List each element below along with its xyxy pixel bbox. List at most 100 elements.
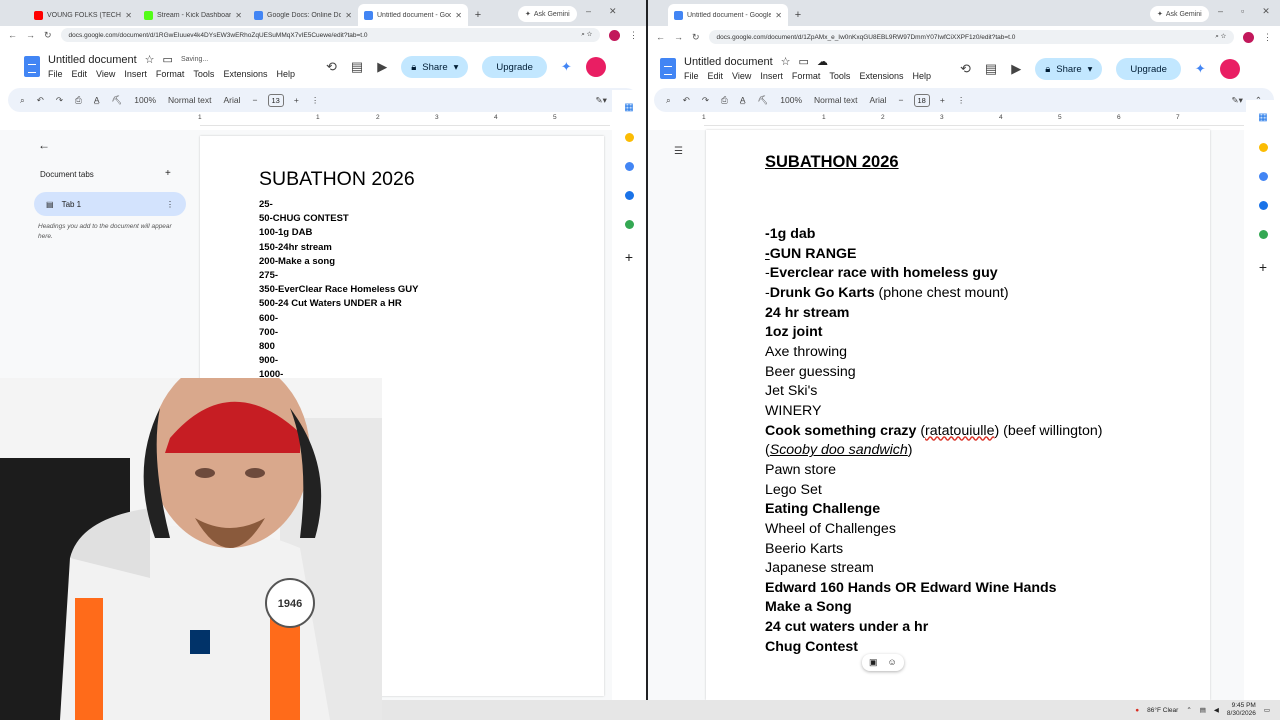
redo-icon[interactable]: ↷ <box>702 95 709 106</box>
gemini-icon[interactable]: ✦ <box>1195 61 1206 77</box>
menu-view[interactable]: View <box>96 69 115 79</box>
outline-tab-item[interactable]: ▤ Tab 1 ⋮ <box>34 192 186 216</box>
chevron-down-icon[interactable]: ▾ <box>454 62 459 73</box>
history-icon[interactable]: ⟲ <box>326 59 337 75</box>
document-title[interactable]: Untitled document <box>684 56 773 68</box>
menu-view[interactable]: View <box>732 71 751 81</box>
docs-logo-icon[interactable] <box>660 57 676 79</box>
editing-mode-icon[interactable]: ✎▾ <box>595 95 606 106</box>
minimize-icon[interactable]: – <box>586 6 591 17</box>
print-icon[interactable]: ⎙ <box>721 95 728 106</box>
font-select[interactable]: Arial <box>870 95 887 105</box>
close-icon[interactable]: ✕ <box>775 11 782 20</box>
back-icon[interactable]: ← <box>8 30 17 40</box>
increase-font-icon[interactable]: + <box>294 95 299 105</box>
undo-icon[interactable]: ↶ <box>37 95 44 106</box>
upgrade-button[interactable]: Upgrade <box>1116 58 1181 80</box>
star-icon[interactable]: ☆ <box>781 55 791 68</box>
paint-format-icon[interactable]: ⛏︎ <box>112 95 123 106</box>
back-arrow-icon[interactable]: ← <box>38 138 50 152</box>
document-title[interactable]: Untitled document <box>48 54 137 66</box>
maps-icon[interactable] <box>1258 230 1268 239</box>
print-icon[interactable]: ⎙ <box>75 95 82 106</box>
minimize-icon[interactable]: – <box>1218 6 1223 17</box>
menu-extensions[interactable]: Extensions <box>859 71 903 81</box>
upgrade-button[interactable]: Upgrade <box>482 56 547 78</box>
zoom-icon[interactable]: ⌕ ☆ <box>581 31 592 39</box>
style-select[interactable]: Normal text <box>814 95 857 105</box>
menu-edit[interactable]: Edit <box>708 71 724 81</box>
menu-help[interactable]: Help <box>276 69 295 79</box>
meet-icon[interactable]: ▶ <box>1011 61 1021 77</box>
search-menus-icon[interactable]: ⌕ <box>666 95 671 106</box>
ask-gemini-button[interactable]: ✦ Ask Gemini <box>1150 6 1209 22</box>
more-icon[interactable]: ⋮ <box>957 95 966 106</box>
document-page[interactable]: SUBATHON 2026 -1g dab -GUN RANGE -Evercl… <box>706 130 1210 700</box>
chevron-down-icon[interactable]: ▾ <box>1088 64 1093 75</box>
increase-font-icon[interactable]: + <box>940 95 945 105</box>
outline-toggle-icon[interactable]: ☰ <box>674 146 683 157</box>
add-tab-icon[interactable]: + <box>165 168 171 179</box>
decrease-font-icon[interactable]: − <box>899 95 904 105</box>
menu-insert[interactable]: Insert <box>760 71 783 81</box>
font-size-input[interactable]: 13 <box>267 93 284 107</box>
add-addon-icon[interactable]: + <box>1259 259 1267 275</box>
add-addon-icon[interactable]: + <box>625 249 633 265</box>
share-button[interactable]: 🔒︎ Share ▾ <box>401 56 469 78</box>
browser-tab-music[interactable]: VOUNG FOLKS (TECHNO ✕ <box>28 4 138 26</box>
comment-icon[interactable]: ▤ <box>985 61 997 77</box>
history-icon[interactable]: ⟲ <box>960 61 971 77</box>
menu-extensions[interactable]: Extensions <box>223 69 267 79</box>
browser-tab-active-doc[interactable]: Untitled document - Google D ✕ <box>668 4 788 26</box>
search-menus-icon[interactable]: ⌕ <box>20 95 25 106</box>
new-tab-button[interactable]: + <box>468 4 488 26</box>
profile-avatar[interactable] <box>609 29 620 41</box>
zoom-select[interactable]: 100% <box>780 95 802 105</box>
menu-edit[interactable]: Edit <box>72 69 88 79</box>
misspelled-word[interactable]: ratatouiulle <box>925 423 994 439</box>
comment-icon[interactable]: ▤ <box>351 59 363 75</box>
decrease-font-icon[interactable]: − <box>253 95 258 105</box>
maximize-icon[interactable]: ▫ <box>1241 6 1244 17</box>
menu-tools[interactable]: Tools <box>193 69 214 79</box>
paint-format-icon[interactable]: ⛏︎ <box>758 95 769 106</box>
editing-mode-icon[interactable]: ✎▾ <box>1231 95 1242 106</box>
add-comment-icon[interactable]: ▣ <box>869 657 878 668</box>
tasks-icon[interactable] <box>1258 172 1268 181</box>
tasks-icon[interactable] <box>624 162 634 171</box>
tray-chevron-icon[interactable]: ⌃ <box>1186 706 1191 714</box>
back-icon[interactable]: ← <box>656 32 665 42</box>
star-icon[interactable]: ☆ <box>145 53 155 66</box>
move-icon[interactable]: ▭ <box>799 55 809 68</box>
menu-icon[interactable]: ⋮ <box>629 30 638 41</box>
reload-icon[interactable]: ↻ <box>692 32 700 43</box>
forward-icon[interactable]: → <box>674 32 683 42</box>
keep-icon[interactable] <box>1258 143 1268 152</box>
menu-file[interactable]: File <box>684 71 699 81</box>
network-icon[interactable]: ▤ <box>1200 706 1206 714</box>
meet-icon[interactable]: ▶ <box>377 59 387 75</box>
close-window-icon[interactable]: ✕ <box>1262 6 1270 17</box>
contacts-icon[interactable] <box>1258 201 1268 210</box>
zoom-select[interactable]: 100% <box>134 95 156 105</box>
close-window-icon[interactable]: ✕ <box>609 6 617 17</box>
style-select[interactable]: Normal text <box>168 95 211 105</box>
ask-gemini-button[interactable]: ✦ Ask Gemini <box>518 6 577 22</box>
close-icon[interactable]: ✕ <box>235 11 242 20</box>
clock[interactable]: 9:45 PM 8/30/2026 <box>1227 702 1256 718</box>
calendar-icon[interactable]: ▦ <box>624 102 633 113</box>
spellcheck-icon[interactable]: A̲ <box>740 95 746 105</box>
font-size-input[interactable]: 18 <box>913 93 930 107</box>
new-tab-button[interactable]: + <box>788 4 808 26</box>
forward-icon[interactable]: → <box>26 30 35 40</box>
contacts-icon[interactable] <box>624 191 634 200</box>
redo-icon[interactable]: ↷ <box>56 95 63 106</box>
url-field[interactable]: docs.google.com/document/d/1RGwEIuuev4k4… <box>60 28 600 42</box>
tab-options-icon[interactable]: ⋮ <box>166 200 174 209</box>
browser-tab-docs-home[interactable]: Google Docs: Online Docum✕ <box>248 4 358 26</box>
font-select[interactable]: Arial <box>224 95 241 105</box>
menu-insert[interactable]: Insert <box>124 69 147 79</box>
docs-logo-icon[interactable] <box>24 55 40 77</box>
volume-icon[interactable]: ◀ <box>1214 706 1219 714</box>
spellcheck-icon[interactable]: A̲ <box>94 95 100 105</box>
